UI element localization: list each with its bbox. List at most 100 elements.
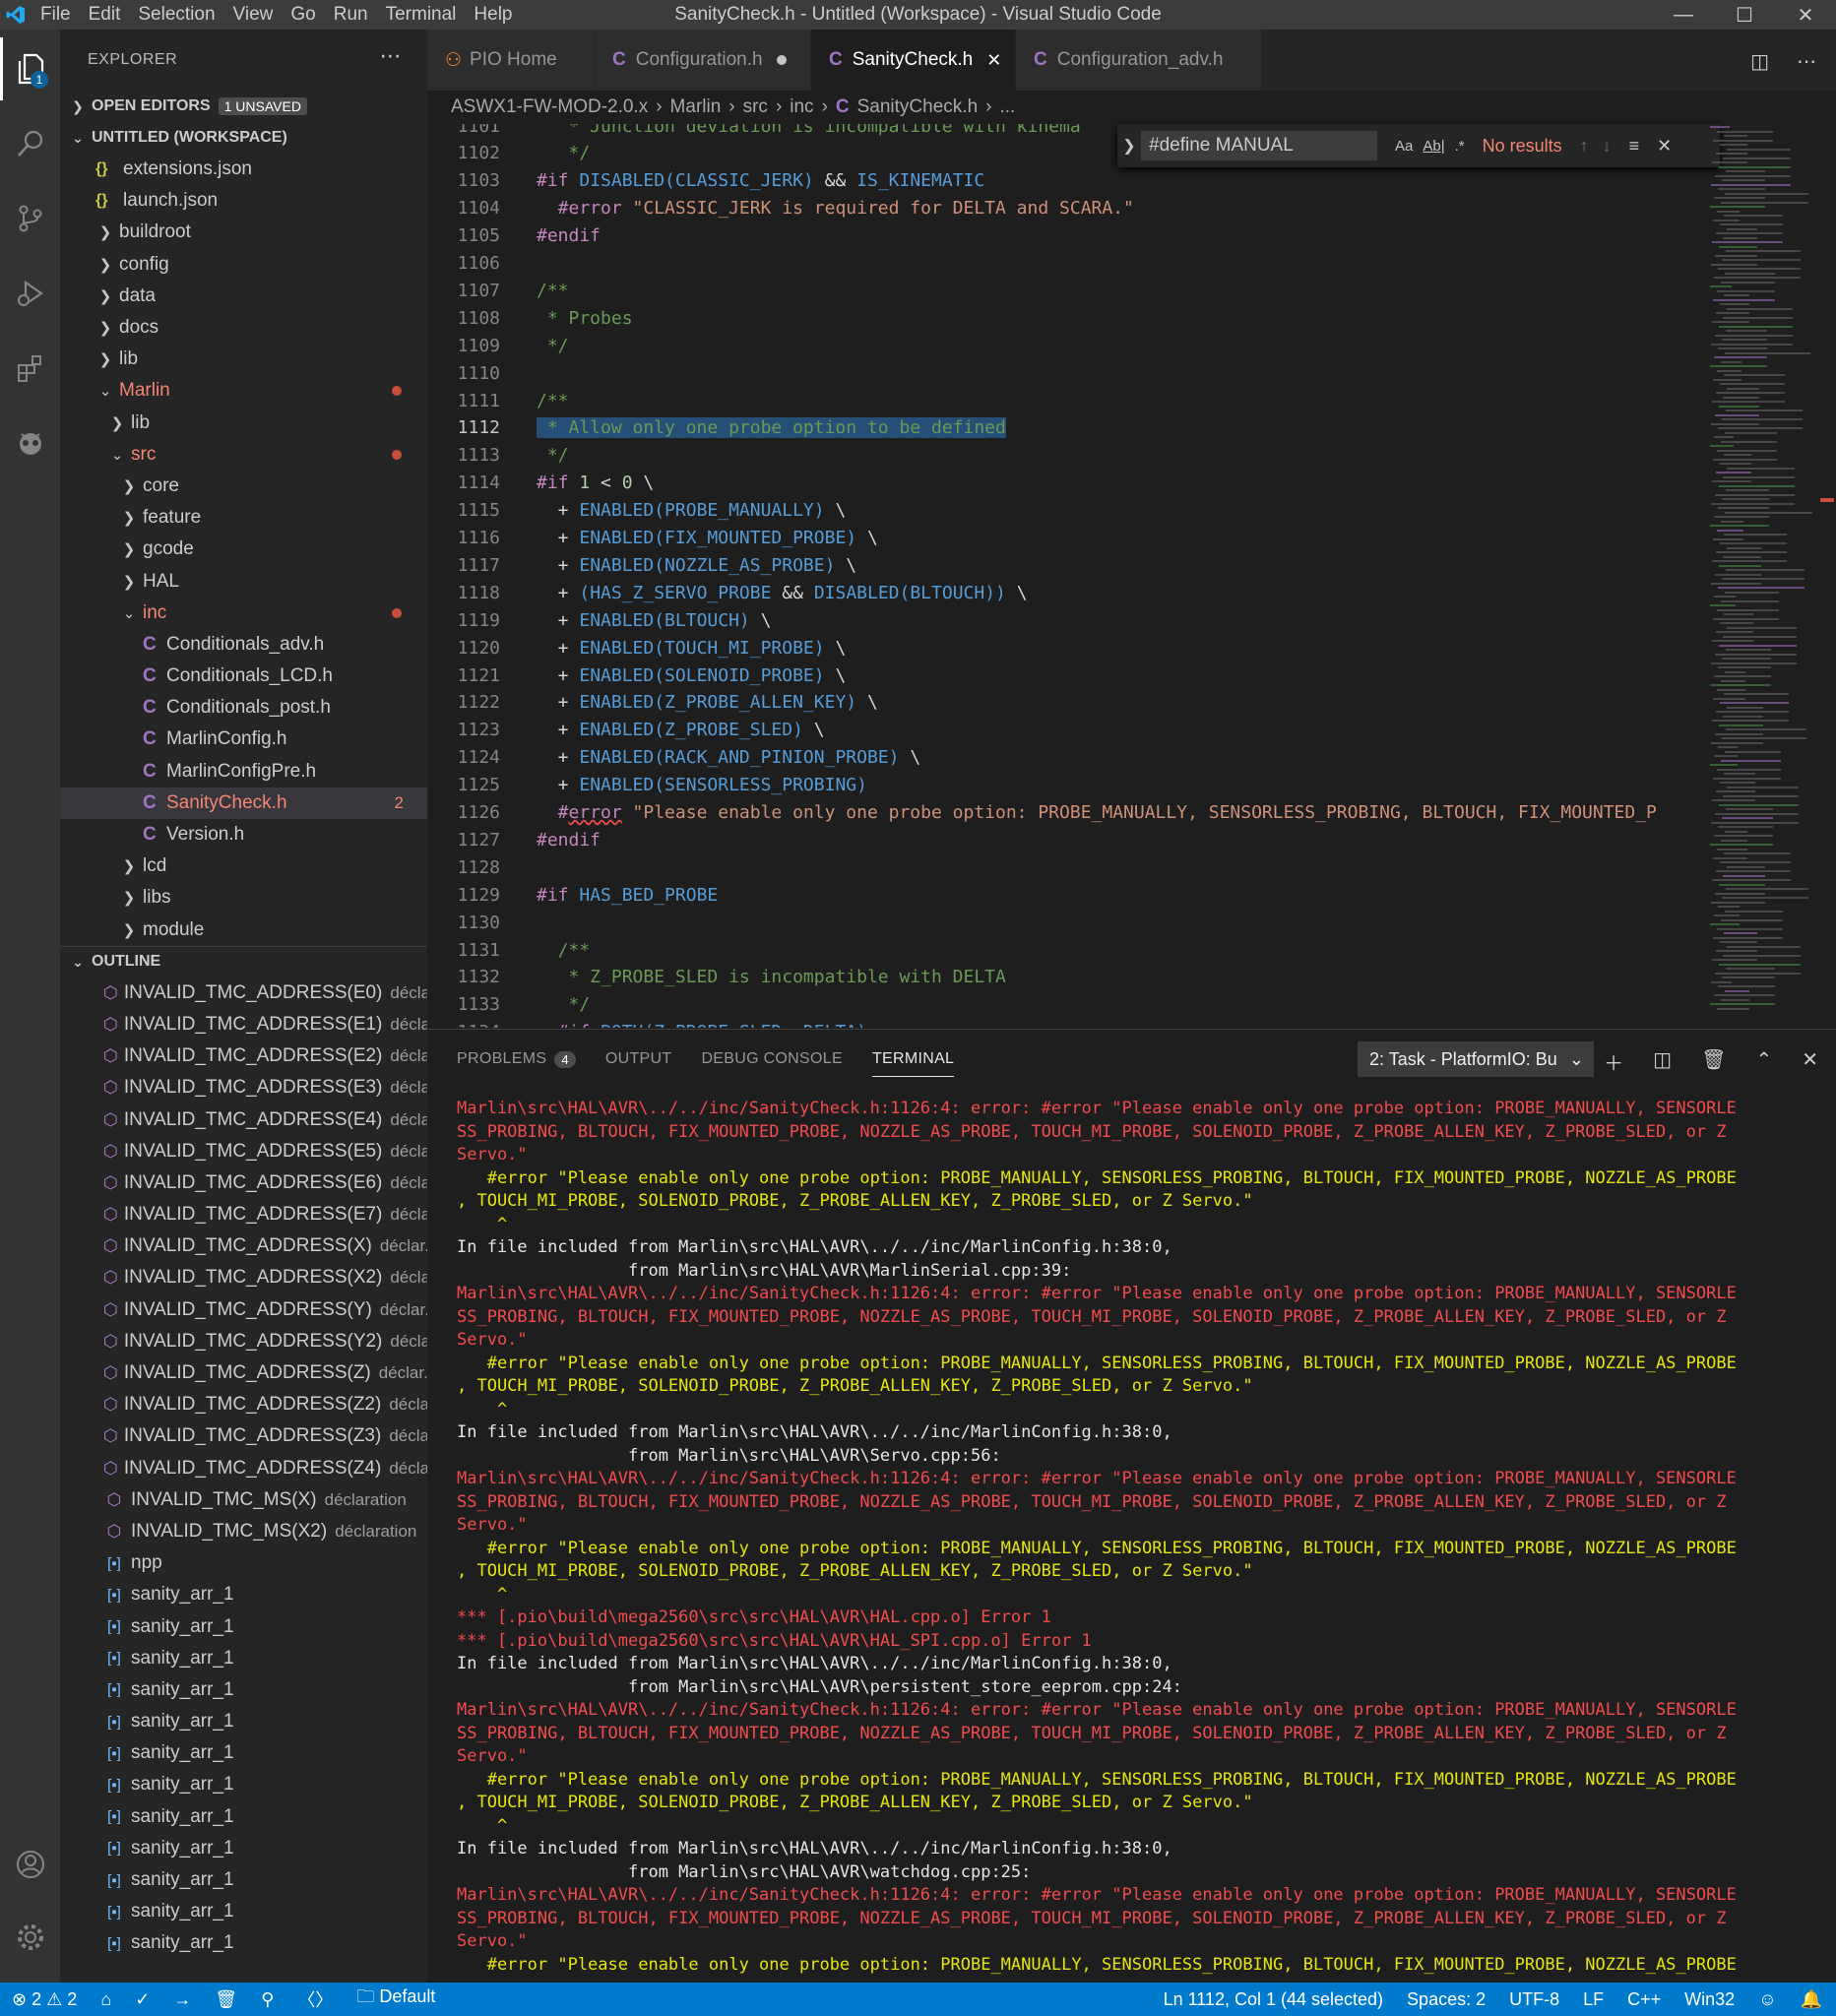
breadcrumb-item[interactable]: Marlin xyxy=(670,96,722,118)
breadcrumb-item[interactable]: ASWX1-FW-MOD-2.0.x xyxy=(451,96,648,118)
breadcrumb-item[interactable]: ... xyxy=(999,96,1015,118)
trash-icon[interactable]: 🗑 xyxy=(1701,1047,1726,1076)
outline-item[interactable]: [▪] npp xyxy=(60,1547,427,1579)
outline-item[interactable]: [▪] sanity_arr_1 xyxy=(60,1643,427,1674)
more-actions-icon[interactable]: ⋯ xyxy=(1797,49,1816,74)
tab-output[interactable]: OUTPUT xyxy=(605,1041,672,1077)
editor-tab[interactable]: ⚇ PIO Home xyxy=(427,30,595,91)
breadcrumb-item[interactable]: SanityCheck.h xyxy=(857,96,979,118)
settings-gear-icon[interactable] xyxy=(0,1906,60,1969)
outline-item[interactable]: ⬡INVALID_TMC_ADDRESS(E0) déclа... xyxy=(60,977,427,1009)
outline-item[interactable]: [▪] sanity_arr_1 xyxy=(60,1706,427,1737)
modified-dot-icon[interactable] xyxy=(776,55,787,65)
pio-upload-icon[interactable]: → xyxy=(173,1989,191,2010)
arrow-up-icon[interactable]: ↑ xyxy=(1580,136,1589,157)
menu-file[interactable]: File xyxy=(32,4,80,26)
feedback-icon[interactable]: ☺ xyxy=(1758,1989,1776,2010)
outline-item[interactable]: ⬡ INVALID_TMC_MS(X) déclaration xyxy=(60,1484,427,1516)
chevron-right-icon[interactable]: ❯ xyxy=(1117,136,1141,156)
tree-file[interactable]: C Conditionals_LCD.h xyxy=(60,661,427,692)
tree-folder[interactable]: ❯ lib xyxy=(60,408,427,439)
outline-item[interactable]: ⬡INVALID_TMC_ADDRESS(E4) déclа... xyxy=(60,1103,427,1135)
outline-item[interactable]: [▪] sanity_arr_1 xyxy=(60,1864,427,1896)
minimize-icon[interactable]: — xyxy=(1653,0,1714,30)
outline-item[interactable]: [▪] sanity_arr_1 xyxy=(60,1927,427,1959)
language-mode[interactable]: C++ xyxy=(1627,1989,1661,2010)
tab-problems[interactable]: PROBLEMS 4 xyxy=(457,1041,576,1077)
outline-item[interactable]: [▪] sanity_arr_1 xyxy=(60,1579,427,1610)
tree-file[interactable]: C Conditionals_adv.h xyxy=(60,629,427,661)
menu-go[interactable]: Go xyxy=(282,4,324,26)
outline-item[interactable]: ⬡INVALID_TMC_ADDRESS(E6) déclа... xyxy=(60,1167,427,1199)
tree-folder[interactable]: ❯ config xyxy=(60,249,427,281)
code-editor[interactable]: 1101 * Junction deviation is incompatibl… xyxy=(427,124,1707,1028)
new-terminal-icon[interactable]: ＋ xyxy=(1604,1047,1623,1076)
editor-tab[interactable]: C SanityCheck.h ✕ xyxy=(811,30,1016,91)
breadcrumb-item[interactable]: src xyxy=(743,96,768,118)
tree-folder[interactable]: ❯ HAL xyxy=(60,565,427,597)
menu-help[interactable]: Help xyxy=(465,4,521,26)
vertical-scrollbar[interactable] xyxy=(1818,124,1836,1028)
outline-item[interactable]: [▪] sanity_arr_1 xyxy=(60,1610,427,1642)
outline-item[interactable]: [▪] sanity_arr_1 xyxy=(60,1737,427,1769)
tab-debug-console[interactable]: DEBUG CONSOLE xyxy=(701,1041,843,1077)
editor-tab[interactable]: C Configuration.h xyxy=(595,30,811,91)
outline-item[interactable]: ⬡INVALID_TMC_ADDRESS(E2) déclа... xyxy=(60,1040,427,1072)
outline-item[interactable]: ⬡INVALID_TMC_ADDRESS(E3) déclа... xyxy=(60,1072,427,1103)
match-case-icon[interactable]: Aa xyxy=(1395,138,1413,155)
workspace-section[interactable]: ⌄ UNTITLED (WORKSPACE) xyxy=(60,122,427,154)
tree-folder[interactable]: ❯ docs xyxy=(60,312,427,344)
match-word-icon[interactable]: Ab| xyxy=(1423,138,1444,155)
outline-item[interactable]: ⬡INVALID_TMC_ADDRESS(Y) déclar... xyxy=(60,1294,427,1326)
tab-terminal[interactable]: TERMINAL xyxy=(871,1041,955,1077)
tree-folder[interactable]: ❯ data xyxy=(60,281,427,312)
outline-item[interactable]: ⬡INVALID_TMC_ADDRESS(Z) déclar... xyxy=(60,1357,427,1389)
cursor-position[interactable]: Ln 1112, Col 1 (44 selected) xyxy=(1164,1989,1383,2010)
explorer-icon[interactable]: 1 xyxy=(0,37,60,100)
source-control-icon[interactable] xyxy=(0,187,60,250)
close-window-icon[interactable]: ✕ xyxy=(1775,0,1836,30)
tree-folder[interactable]: ❯ feature xyxy=(60,502,427,534)
outline-item[interactable]: ⬡INVALID_TMC_ADDRESS(E1) déclа... xyxy=(60,1009,427,1040)
outline-item[interactable]: ⬡INVALID_TMC_ADDRESS(E5) déclа... xyxy=(60,1136,427,1167)
menu-view[interactable]: View xyxy=(224,4,283,26)
breadcrumb-item[interactable]: inc xyxy=(790,96,813,118)
maximize-icon[interactable]: ☐ xyxy=(1714,0,1775,30)
tree-file[interactable]: C Version.h xyxy=(60,819,427,850)
tree-folder[interactable]: ❯ lib xyxy=(60,344,427,375)
outline-section[interactable]: ⌄ OUTLINE xyxy=(60,945,427,977)
outline-item[interactable]: ⬡ INVALID_TMC_MS(X2) déclaration xyxy=(60,1516,427,1547)
tree-folder[interactable]: ❯ module xyxy=(60,914,427,946)
outline-item[interactable]: ⬡INVALID_TMC_ADDRESS(Y2) déclа... xyxy=(60,1326,427,1357)
tree-folder[interactable]: ❯ lcd xyxy=(60,850,427,882)
tree-folder[interactable]: ❯ core xyxy=(60,471,427,502)
outline-item[interactable]: ⬡INVALID_TMC_ADDRESS(Z4) déclа... xyxy=(60,1453,427,1484)
tree-folder[interactable]: ⌄ Marlin xyxy=(60,375,427,407)
terminal-output[interactable]: Marlin\src\HAL\AVR\../../inc/SanityCheck… xyxy=(457,1098,1825,1977)
arrow-down-icon[interactable]: ↓ xyxy=(1603,136,1612,157)
tree-folder[interactable]: ❯ buildroot xyxy=(60,217,427,248)
problems-status[interactable]: ⊗ 2 ⚠ 2 xyxy=(12,1989,77,2010)
tree-file[interactable]: C Conditionals_post.h xyxy=(60,692,427,724)
pio-env-switcher[interactable]: 🗀 Default xyxy=(356,1984,435,2014)
split-editor-icon[interactable]: ◫ xyxy=(1750,49,1769,74)
editor-tab[interactable]: C Configuration_adv.h xyxy=(1016,30,1262,91)
find-in-selection-icon[interactable]: ≡ xyxy=(1629,136,1640,157)
platform[interactable]: Win32 xyxy=(1684,1989,1735,2010)
tree-file[interactable]: {} launch.json xyxy=(60,185,427,217)
outline-item[interactable]: ⬡INVALID_TMC_ADDRESS(X) déclar... xyxy=(60,1230,427,1262)
menu-selection[interactable]: Selection xyxy=(129,4,223,26)
minimap[interactable] xyxy=(1710,124,1818,1028)
extensions-icon[interactable] xyxy=(0,337,60,400)
encoding[interactable]: UTF-8 xyxy=(1509,1989,1559,2010)
notifications-bell-icon[interactable]: 🔔 xyxy=(1801,1989,1822,2010)
open-editors-section[interactable]: ❯ OPEN EDITORS 1 UNSAVED xyxy=(60,91,427,122)
regex-icon[interactable]: .* xyxy=(1455,138,1465,155)
pio-terminal-icon[interactable]: 〈〉 xyxy=(297,1986,333,2012)
outline-item[interactable]: [▪] sanity_arr_1 xyxy=(60,1833,427,1864)
pio-clean-icon[interactable]: 🗑 xyxy=(215,1989,237,2010)
tree-folder[interactable]: ❯ libs xyxy=(60,882,427,914)
tree-file[interactable]: {} extensions.json xyxy=(60,154,427,185)
run-debug-icon[interactable] xyxy=(0,262,60,325)
tree-folder[interactable]: ❯ gcode xyxy=(60,534,427,565)
